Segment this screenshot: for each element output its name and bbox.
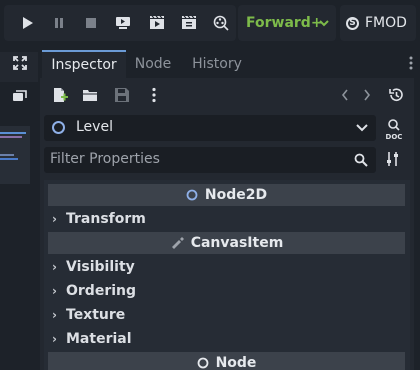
category-label: Node2D bbox=[204, 187, 268, 203]
section-transform[interactable]: › Transform bbox=[52, 208, 146, 230]
filter-properties-field[interactable]: Filter Properties bbox=[44, 147, 376, 173]
pause-icon bbox=[55, 18, 63, 28]
category-label: CanvasItem bbox=[190, 235, 284, 251]
selected-object-label: Level bbox=[76, 119, 113, 135]
object-selector[interactable]: Level bbox=[44, 115, 376, 141]
category-node2d[interactable]: Node2D bbox=[48, 184, 405, 206]
section-visibility[interactable]: › Visibility bbox=[52, 256, 135, 278]
category-label: Node bbox=[215, 355, 257, 370]
section-ordering[interactable]: › Ordering bbox=[52, 280, 136, 302]
node-icon bbox=[197, 357, 209, 369]
chevron-right-icon: › bbox=[52, 212, 57, 226]
movie-maker-button[interactable] bbox=[206, 5, 236, 41]
play-custom-scene-icon bbox=[182, 15, 196, 29]
chevron-right-icon: › bbox=[52, 284, 57, 298]
property-filter-options-icon[interactable] bbox=[386, 151, 400, 167]
object-menu-icon[interactable] bbox=[151, 87, 157, 103]
tab-node[interactable]: Node bbox=[128, 50, 178, 78]
play-button[interactable] bbox=[12, 5, 42, 41]
search-icon bbox=[354, 153, 368, 167]
recent-history-icon[interactable] bbox=[388, 87, 404, 103]
tab-history[interactable]: History bbox=[184, 50, 250, 78]
new-resource-icon[interactable] bbox=[52, 87, 68, 103]
stop-icon bbox=[86, 18, 96, 28]
save-resource-icon[interactable] bbox=[114, 87, 130, 103]
category-canvasitem[interactable]: CanvasItem bbox=[48, 232, 405, 254]
renderer-label: Forward+ bbox=[246, 15, 323, 31]
pause-button[interactable] bbox=[44, 5, 74, 41]
left-dock-panel bbox=[0, 48, 38, 370]
stop-button[interactable] bbox=[76, 5, 106, 41]
play-scene-icon bbox=[150, 15, 164, 29]
inspector-dock: Inspector Node History Level DOC Filter … bbox=[40, 48, 414, 370]
play-scene-button[interactable] bbox=[142, 5, 172, 41]
tab-inspector[interactable]: Inspector bbox=[42, 50, 126, 78]
node2d-icon bbox=[186, 189, 198, 201]
fmod-label: FMOD bbox=[365, 15, 407, 31]
property-list: Node2D › Transform CanvasItem › Visibili… bbox=[44, 180, 410, 370]
section-label: Visibility bbox=[66, 259, 135, 275]
doc-label: DOC bbox=[386, 133, 403, 141]
load-resource-icon[interactable] bbox=[82, 87, 98, 103]
section-label: Transform bbox=[66, 211, 146, 227]
expand-icon[interactable] bbox=[13, 56, 27, 70]
inspector-toolbar bbox=[40, 82, 414, 112]
play-custom-scene-button[interactable] bbox=[174, 5, 204, 41]
more-options-icon[interactable] bbox=[408, 55, 414, 71]
node2d-ring-icon bbox=[52, 121, 65, 134]
chevron-down-icon bbox=[319, 20, 329, 27]
renderer-dropdown[interactable]: Forward+ bbox=[238, 5, 336, 41]
section-label: Material bbox=[66, 331, 132, 347]
section-material[interactable]: › Material bbox=[52, 328, 132, 350]
chevron-right-icon: › bbox=[52, 332, 57, 346]
viewport-preview bbox=[0, 126, 30, 184]
canvasitem-icon bbox=[170, 237, 184, 249]
fmod-logo-icon: S bbox=[346, 16, 359, 30]
remote-debug-icon bbox=[116, 17, 130, 29]
play-icon bbox=[23, 17, 33, 29]
section-label: Ordering bbox=[66, 283, 137, 299]
history-forward-icon[interactable] bbox=[362, 87, 372, 103]
chevron-down-icon bbox=[356, 124, 368, 132]
filter-properties-placeholder: Filter Properties bbox=[50, 151, 160, 167]
layers-icon[interactable] bbox=[12, 88, 28, 102]
category-node[interactable]: Node bbox=[48, 352, 405, 370]
fmod-button[interactable]: S FMOD bbox=[340, 5, 416, 41]
history-back-icon[interactable] bbox=[340, 87, 350, 103]
movie-maker-icon bbox=[213, 15, 229, 31]
section-texture[interactable]: › Texture bbox=[52, 304, 125, 326]
open-documentation-icon[interactable]: DOC bbox=[382, 117, 406, 141]
dock-tabs: Inspector Node History bbox=[40, 48, 414, 78]
section-label: Texture bbox=[66, 307, 126, 323]
run-controls bbox=[4, 5, 236, 41]
chevron-right-icon: › bbox=[52, 308, 57, 322]
top-toolbar: Forward+ S FMOD bbox=[0, 0, 420, 48]
remote-debug-button[interactable] bbox=[108, 5, 138, 41]
chevron-right-icon: › bbox=[52, 260, 57, 274]
